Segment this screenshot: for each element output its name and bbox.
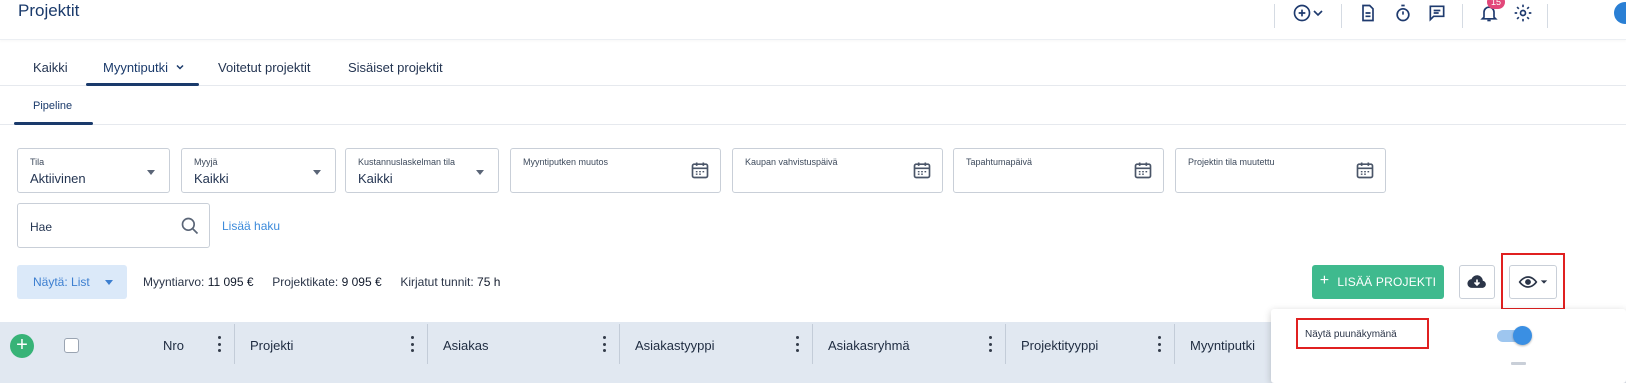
avatar[interactable] bbox=[1614, 2, 1626, 24]
filter-label: Kaupan vahvistuspäivä bbox=[745, 157, 838, 167]
search-text: Hae bbox=[30, 220, 53, 234]
document-icon[interactable] bbox=[1356, 2, 1380, 24]
column-divider[interactable] bbox=[234, 324, 235, 364]
calendar-icon[interactable] bbox=[912, 160, 932, 180]
filter-tapahtumapaiva[interactable]: Tapahtumapäivä bbox=[953, 148, 1164, 193]
view-mode-label: Näytä: List bbox=[33, 275, 90, 289]
hours-value: 75 h bbox=[477, 275, 501, 289]
filter-label: Tila bbox=[30, 157, 45, 167]
header-divider bbox=[1462, 4, 1463, 28]
filter-label: Kustannuslaskelman tila bbox=[358, 157, 456, 167]
main-tabs: Kaikki Myyntiputki Voitetut projektit Si… bbox=[0, 48, 1626, 86]
calendar-icon[interactable] bbox=[1355, 160, 1375, 180]
filter-value: Kaikki bbox=[194, 171, 229, 186]
column-menu-icon[interactable] bbox=[601, 336, 607, 352]
tab-pipeline[interactable]: Pipeline bbox=[33, 100, 72, 112]
header-divider bbox=[1547, 4, 1548, 28]
tab-myyntiputki[interactable]: Myyntiputki bbox=[103, 60, 186, 75]
column-menu-icon[interactable] bbox=[794, 336, 800, 352]
column-menu-icon[interactable] bbox=[1156, 336, 1162, 352]
filter-value: Aktiivinen bbox=[30, 171, 86, 186]
plus-icon: + bbox=[1319, 272, 1330, 289]
stopwatch-icon[interactable] bbox=[1391, 2, 1415, 24]
filter-label: Projektin tila muutettu bbox=[1188, 157, 1275, 167]
view-mode-button[interactable]: Näytä: List bbox=[17, 265, 127, 299]
dropdown-arrow-icon bbox=[105, 280, 113, 285]
tab-sisaiset-projektit[interactable]: Sisäiset projektit bbox=[348, 60, 443, 75]
toggle-knob bbox=[1513, 326, 1532, 345]
gear-icon[interactable] bbox=[1511, 2, 1535, 24]
calendar-icon[interactable] bbox=[1133, 160, 1153, 180]
dropdown-arrow-icon bbox=[472, 166, 488, 178]
filter-myyja[interactable]: Myyjä Kaikki bbox=[181, 148, 336, 193]
cloud-download-icon bbox=[1467, 275, 1486, 288]
filter-projektin-tila-muutettu[interactable]: Projektin tila muutettu bbox=[1175, 148, 1386, 193]
highlight-box bbox=[1501, 253, 1565, 310]
header-divider bbox=[1341, 4, 1342, 28]
app-header: Projektit 15 bbox=[0, 0, 1626, 40]
column-header-nro[interactable]: Nro bbox=[163, 338, 184, 353]
column-header-myyntiputki[interactable]: Myyntiputki bbox=[1190, 338, 1255, 353]
add-project-label: LISÄÄ PROJEKTI bbox=[1337, 275, 1437, 289]
chevron-down-icon bbox=[176, 64, 184, 70]
margin-value: 9 095 € bbox=[341, 275, 382, 289]
sales-value-label: Myyntiarvo: bbox=[143, 275, 205, 289]
chat-icon[interactable] bbox=[1425, 2, 1449, 24]
sales-value: 11 095 € bbox=[207, 275, 254, 289]
hours-label: Kirjatut tunnit: bbox=[400, 275, 474, 289]
tab-label: Myyntiputki bbox=[103, 60, 169, 75]
column-header-projektityyppi[interactable]: Projektityyppi bbox=[1021, 338, 1098, 353]
column-divider[interactable] bbox=[427, 324, 428, 364]
search-icon[interactable] bbox=[180, 216, 200, 236]
summary-stats: Myyntiarvo: 11 095 € Projektikate: 9 095… bbox=[143, 275, 500, 289]
add-project-button[interactable]: + LISÄÄ PROJEKTI bbox=[1312, 265, 1444, 299]
column-header-projekti[interactable]: Projekti bbox=[250, 338, 293, 353]
more-search-link[interactable]: Lisää haku bbox=[222, 219, 280, 233]
sub-tabs: Pipeline bbox=[0, 87, 1626, 125]
filter-label: Tapahtumapäivä bbox=[966, 157, 1033, 167]
column-menu-icon[interactable] bbox=[409, 336, 415, 352]
column-header-asiakas[interactable]: Asiakas bbox=[443, 338, 489, 353]
dropdown-arrow-icon bbox=[143, 166, 159, 178]
select-all-checkbox[interactable] bbox=[64, 338, 79, 353]
active-subtab-indicator bbox=[14, 122, 93, 125]
filter-kaupan-vahvistuspaiva[interactable]: Kaupan vahvistuspäivä bbox=[732, 148, 943, 193]
filter-myyntiputken-muutos[interactable]: Myyntiputken muutos bbox=[510, 148, 721, 193]
page-title: Projektit bbox=[18, 1, 80, 20]
filter-tila[interactable]: Tila Aktiivinen bbox=[17, 148, 170, 193]
column-divider[interactable] bbox=[812, 324, 813, 364]
filter-label: Myyjä bbox=[194, 157, 218, 167]
highlight-box bbox=[1296, 318, 1429, 349]
search-input[interactable]: Hae bbox=[17, 203, 210, 248]
notification-badge: 15 bbox=[1487, 0, 1506, 9]
column-header-asiakasryhma[interactable]: Asiakasryhmä bbox=[828, 338, 910, 353]
tab-kaikki[interactable]: Kaikki bbox=[33, 60, 68, 75]
column-header-asiakastyyppi[interactable]: Asiakastyyppi bbox=[635, 338, 714, 353]
margin-label: Projektikate: bbox=[272, 275, 339, 289]
calendar-icon[interactable] bbox=[690, 160, 710, 180]
column-divider[interactable] bbox=[1005, 324, 1006, 364]
download-button[interactable] bbox=[1459, 265, 1495, 299]
next-option-toggle[interactable] bbox=[1511, 362, 1526, 365]
tree-view-toggle[interactable] bbox=[1497, 325, 1533, 345]
column-menu-icon[interactable] bbox=[987, 336, 993, 352]
active-tab-indicator bbox=[86, 83, 199, 86]
chevron-down-icon[interactable] bbox=[1310, 2, 1326, 24]
column-divider[interactable] bbox=[1174, 324, 1175, 364]
filter-value: Kaikki bbox=[358, 171, 393, 186]
column-menu-icon[interactable] bbox=[216, 336, 222, 352]
dropdown-arrow-icon bbox=[309, 166, 325, 178]
filter-label: Myyntiputken muutos bbox=[523, 157, 609, 167]
filter-kustannuslaskelman-tila[interactable]: Kustannuslaskelman tila Kaikki bbox=[345, 148, 499, 193]
add-row-button[interactable]: + bbox=[10, 334, 34, 358]
tab-voitetut-projektit[interactable]: Voitetut projektit bbox=[218, 60, 311, 75]
column-divider[interactable] bbox=[619, 324, 620, 364]
header-divider bbox=[1274, 4, 1275, 28]
